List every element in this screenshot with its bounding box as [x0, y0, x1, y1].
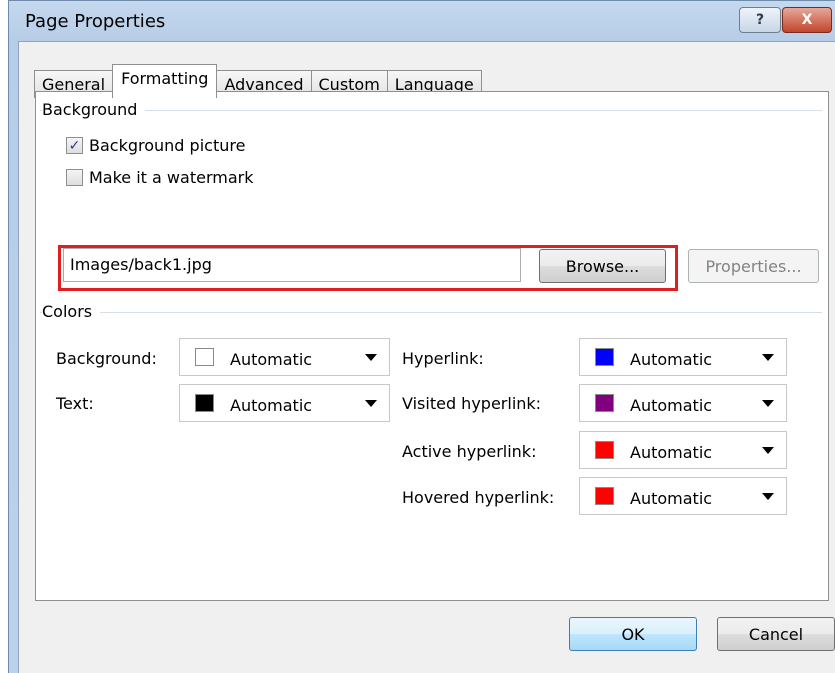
- dialog-title: Page Properties: [25, 11, 166, 32]
- hyperlink-color-label: Hyperlink:: [402, 349, 484, 368]
- chevron-down-icon: [762, 399, 774, 407]
- visited-hyperlink-color-value: Automatic: [630, 395, 713, 415]
- colors-group-divider: [40, 312, 822, 313]
- hovered-hyperlink-color-swatch: [595, 487, 614, 505]
- active-hyperlink-color-picker[interactable]: Automatic: [579, 431, 787, 469]
- chevron-down-icon: [762, 446, 774, 454]
- formatting-panel: Background ✓ Background picture Make it …: [35, 91, 829, 601]
- chevron-down-icon: [365, 399, 377, 407]
- background-picture-label: Background picture: [89, 136, 246, 155]
- checkmark-icon: ✓: [68, 137, 81, 154]
- text-color-swatch: [195, 394, 214, 412]
- hyperlink-color-picker[interactable]: Automatic: [579, 338, 787, 376]
- watermark-label: Make it a watermark: [89, 168, 254, 187]
- hovered-hyperlink-color-value: Automatic: [630, 488, 713, 508]
- text-color-label: Text:: [56, 394, 94, 413]
- background-color-label: Background:: [56, 349, 157, 368]
- active-hyperlink-color-swatch: [595, 441, 614, 459]
- hyperlink-color-swatch: [595, 348, 614, 366]
- watermark-checkbox[interactable]: [66, 169, 83, 186]
- background-color-swatch: [195, 348, 214, 366]
- hovered-hyperlink-color-label: Hovered hyperlink:: [402, 488, 555, 507]
- text-color-picker[interactable]: Automatic: [179, 384, 390, 422]
- text-color-value: Automatic: [230, 395, 313, 415]
- background-picture-row[interactable]: ✓ Background picture: [66, 136, 245, 155]
- ok-button[interactable]: OK: [569, 617, 697, 651]
- background-group-divider: [40, 110, 822, 111]
- colors-group-title: Colors: [42, 302, 101, 321]
- chevron-down-icon: [762, 492, 774, 500]
- help-button[interactable]: ?: [739, 7, 781, 33]
- hovered-hyperlink-color-picker[interactable]: Automatic: [579, 477, 787, 515]
- browse-button[interactable]: Browse...: [539, 249, 666, 283]
- visited-hyperlink-color-label: Visited hyperlink:: [402, 394, 542, 413]
- background-color-value: Automatic: [230, 349, 313, 369]
- chevron-down-icon: [762, 353, 774, 361]
- close-icon: X: [801, 12, 813, 28]
- help-icon: ?: [755, 12, 765, 28]
- background-picture-path-field[interactable]: Images/back1.jpg: [63, 248, 521, 282]
- background-color-picker[interactable]: Automatic: [179, 338, 390, 376]
- close-button[interactable]: X: [782, 7, 832, 33]
- page-properties-dialog: Page Properties ? X General Formatting A…: [8, 0, 835, 673]
- watermark-row[interactable]: Make it a watermark: [66, 168, 253, 187]
- tab-formatting[interactable]: Formatting: [112, 64, 218, 98]
- visited-hyperlink-color-swatch: [595, 394, 614, 412]
- hyperlink-color-value: Automatic: [630, 349, 713, 369]
- active-hyperlink-color-label: Active hyperlink:: [402, 442, 537, 461]
- active-hyperlink-color-value: Automatic: [630, 442, 713, 462]
- chevron-down-icon: [365, 353, 377, 361]
- cancel-button[interactable]: Cancel: [717, 617, 835, 651]
- background-picture-checkbox[interactable]: ✓: [66, 137, 83, 154]
- properties-button[interactable]: Properties...: [688, 249, 819, 283]
- background-group-title: Background: [42, 100, 146, 119]
- visited-hyperlink-color-picker[interactable]: Automatic: [579, 384, 787, 422]
- dialog-client-area: General Formatting Advanced Custom Langu…: [18, 41, 835, 673]
